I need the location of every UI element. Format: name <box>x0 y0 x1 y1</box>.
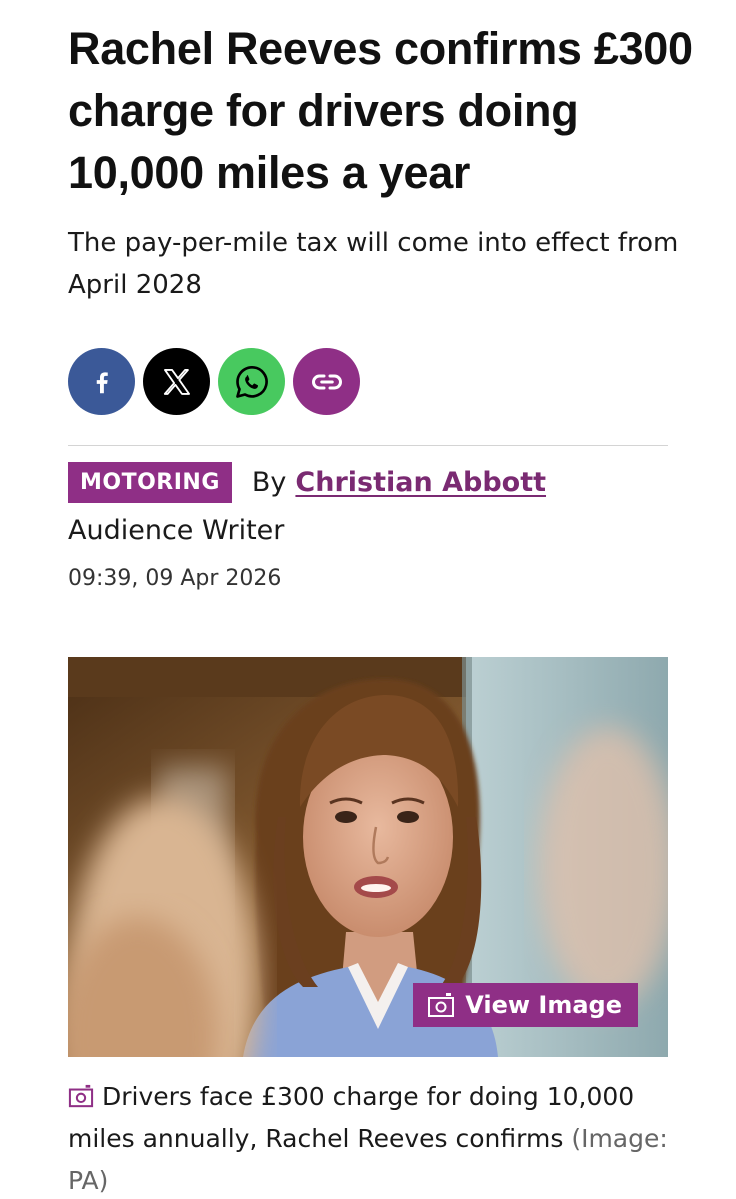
byline: MOTORING By Christian Abbott <box>68 462 546 503</box>
facebook-icon <box>96 371 108 393</box>
section-tag[interactable]: MOTORING <box>68 462 232 503</box>
view-image-label: View Image <box>465 991 622 1019</box>
camera-icon <box>68 1084 94 1108</box>
share-whatsapp-button[interactable] <box>218 348 285 415</box>
author-role: Audience Writer <box>68 515 285 546</box>
by-prefix: By <box>251 467 287 498</box>
share-bar <box>68 348 360 415</box>
byline-divider <box>68 445 668 446</box>
author-link[interactable]: Christian Abbott <box>295 467 546 498</box>
share-x-button[interactable] <box>143 348 210 415</box>
caption-text: Drivers face £300 charge for doing 10,00… <box>68 1082 635 1153</box>
article-headline: Rachel Reeves confirms £300 charge for d… <box>68 23 693 198</box>
article-standfirst: The pay-per-mile tax will come into effe… <box>68 228 679 300</box>
hero-image[interactable]: View Image <box>68 657 668 1057</box>
share-copy-link-button[interactable] <box>293 348 360 415</box>
whatsapp-icon <box>235 365 268 398</box>
view-image-button[interactable]: View Image <box>413 983 638 1027</box>
link-icon <box>311 374 342 389</box>
camera-icon <box>428 993 455 1017</box>
publish-timestamp: 09:39, 09 Apr 2026 <box>68 566 282 591</box>
x-icon <box>163 368 190 395</box>
image-caption: Drivers face £300 charge for doing 10,00… <box>68 1076 688 1199</box>
share-facebook-button[interactable] <box>68 348 135 415</box>
